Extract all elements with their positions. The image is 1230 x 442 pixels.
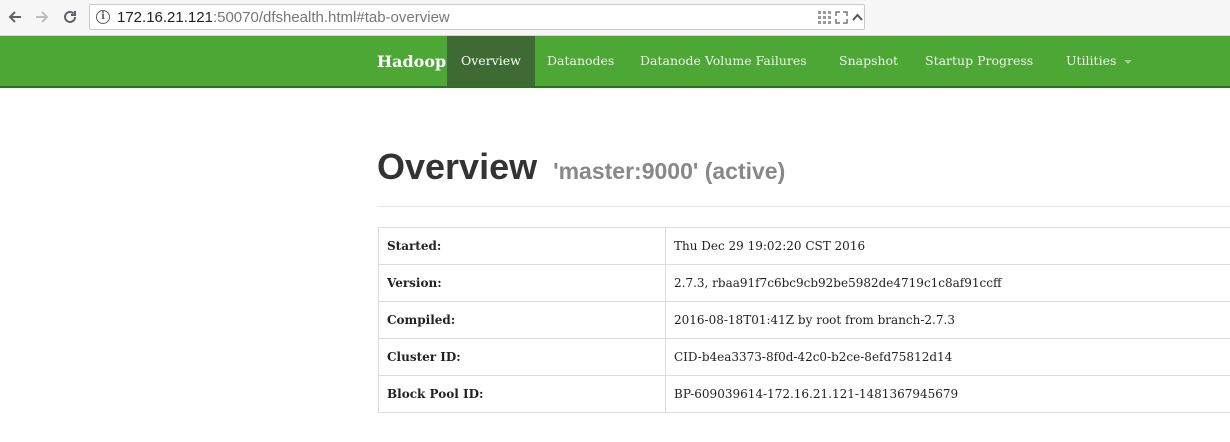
table-row: Started: Thu Dec 29 19:02:20 CST 2016: [378, 227, 1230, 265]
brand-logo[interactable]: Hadoop: [377, 52, 446, 71]
hadoop-navbar: Hadoop Overview Datanodes Datanode Volum…: [0, 36, 1230, 88]
row-value: BP-609039614-172.16.21.121-1481367945679: [665, 375, 1230, 413]
url-text: 172.16.21.121:50070/dfshealth.html#tab-o…: [117, 9, 450, 26]
tab-startup-progress[interactable]: Startup Progress: [925, 36, 1033, 86]
row-key: Cluster ID:: [378, 338, 666, 376]
header-divider: [378, 206, 1230, 207]
tab-overview[interactable]: Overview: [447, 36, 535, 86]
browser-toolbar: i 172.16.21.121:50070/dfshealth.html#tab…: [0, 0, 1230, 36]
row-value: Thu Dec 29 19:02:20 CST 2016: [665, 227, 1230, 265]
tab-datanodes[interactable]: Datanodes: [547, 36, 614, 86]
page-title: Overview 'master:9000' (active): [377, 146, 785, 188]
caret-down-icon: [1124, 59, 1133, 64]
overview-table: Started: Thu Dec 29 19:02:20 CST 2016 Ve…: [378, 227, 1230, 413]
table-row: Compiled: 2016-08-18T01:41Z by root from…: [378, 301, 1230, 339]
reload-icon: [64, 10, 76, 23]
grid-extension-icon[interactable]: [815, 8, 833, 26]
tab-utilities-label: Utilities: [1066, 53, 1117, 68]
collapse-up-icon[interactable]: [848, 8, 866, 26]
page-subtitle: 'master:9000' (active): [553, 158, 786, 184]
back-button[interactable]: [4, 6, 26, 28]
table-row: Version: 2.7.3, rbaa91f7c6bc9cb92be5982d…: [378, 264, 1230, 302]
row-key: Compiled:: [378, 301, 666, 339]
address-bar[interactable]: i 172.16.21.121:50070/dfshealth.html#tab…: [89, 4, 865, 30]
page-title-text: Overview: [377, 146, 538, 187]
table-row: Cluster ID: CID-b4ea3373-8f0d-42c0-b2ce-…: [378, 338, 1230, 376]
row-value: 2016-08-18T01:41Z by root from branch-2.…: [665, 301, 1230, 339]
reload-button[interactable]: [59, 6, 81, 28]
tab-datanode-volume-failures[interactable]: Datanode Volume Failures: [640, 36, 807, 86]
row-value: 2.7.3, rbaa91f7c6bc9cb92be5982de4719c1c8…: [665, 264, 1230, 302]
tab-snapshot[interactable]: Snapshot: [839, 36, 898, 86]
info-icon[interactable]: i: [96, 10, 110, 24]
row-key: Block Pool ID:: [378, 375, 666, 413]
table-row: Block Pool ID: BP-609039614-172.16.21.12…: [378, 375, 1230, 413]
forward-button[interactable]: [31, 6, 53, 28]
arrow-left-icon: [8, 11, 21, 23]
row-key: Version:: [378, 264, 666, 302]
row-key: Started:: [378, 227, 666, 265]
tab-utilities[interactable]: Utilities: [1066, 36, 1133, 86]
arrow-right-icon: [36, 11, 49, 23]
row-value: CID-b4ea3373-8f0d-42c0-b2ce-8efd75812d14: [665, 338, 1230, 376]
